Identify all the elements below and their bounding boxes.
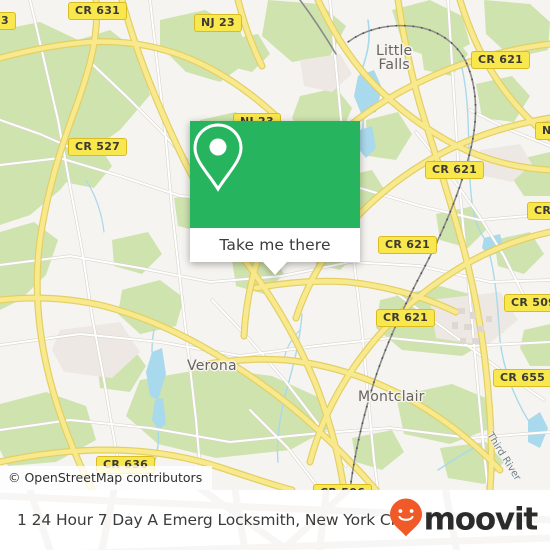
shield-cr-621-east: CR 621 [425,161,485,179]
popup-cta-label: Take me there [219,236,331,254]
shield-cr-655: CR 655 [493,369,550,387]
footer-bar: 1 24 Hour 7 Day A Emerg Locksmith, New Y… [0,490,550,550]
shield-cr-509: CR 509 [504,294,550,312]
popup-icon-area [190,121,360,228]
shield-cr-edge: CR [527,202,550,220]
location-popup-card[interactable]: Take me there [190,121,360,275]
place-title: 1 24 Hour 7 Day A Emerg Locksmith, New Y… [17,511,410,529]
moovit-pin-smiley-icon [389,498,423,543]
shield-cr-621-ne: CR 621 [471,51,531,69]
shield-nj-edge: NJ [535,122,550,140]
shield-cr-527: CR 527 [68,138,128,156]
shield-cr-621-south: CR 621 [376,309,436,327]
moovit-logo[interactable]: moovit [389,498,539,543]
moovit-wordmark: moovit [423,501,539,538]
moovit-map-page: Little Falls Verona Montclair Third Rive… [0,0,550,550]
popup-pointer [263,262,287,275]
shield-cr-631: CR 631 [68,2,128,20]
osm-attribution[interactable]: © OpenStreetMap contributors [0,466,213,490]
shield-nj-23-top: NJ 23 [194,14,242,32]
popup-cta[interactable]: Take me there [190,228,360,262]
map-canvas[interactable]: Little Falls Verona Montclair Third Rive… [0,0,550,490]
shield-cr-621-center: CR 621 [378,236,438,254]
shield-3: 3 [0,12,16,30]
